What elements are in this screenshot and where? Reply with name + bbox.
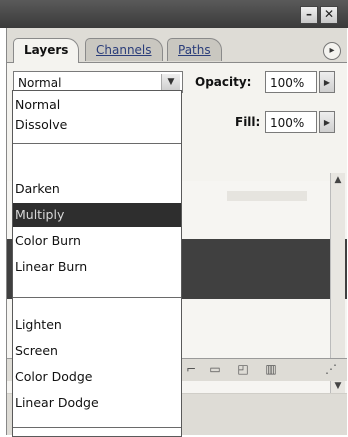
panel-tab-strip: Layers Channels Paths ▸ xyxy=(7,28,347,63)
menu-separator xyxy=(13,143,181,144)
minimize-button[interactable]: – xyxy=(300,6,318,24)
blend-option-color-dodge[interactable]: Color Dodge xyxy=(13,365,181,389)
link-layers-icon[interactable]: ⌐ xyxy=(183,362,199,376)
opacity-label: Opacity: xyxy=(195,75,252,89)
new-layer-icon[interactable]: ◰ xyxy=(235,362,251,376)
blend-option-multiply[interactable]: Multiply xyxy=(13,203,181,227)
blend-option-dissolve[interactable]: Dissolve xyxy=(13,113,181,137)
resize-grip-icon[interactable]: ⋰ xyxy=(323,362,339,376)
blend-option-screen[interactable]: Screen xyxy=(13,339,181,363)
panel-menu-button[interactable]: ▸ xyxy=(323,42,341,60)
menu-separator xyxy=(13,297,181,298)
opacity-slider-toggle[interactable]: ▶ xyxy=(319,71,335,93)
scroll-down-icon[interactable]: ▼ xyxy=(331,379,345,393)
tab-channels[interactable]: Channels xyxy=(85,38,163,61)
blend-mode-dropdown: Normal Dissolve Darken Multiply Color Bu… xyxy=(12,90,182,437)
tab-paths[interactable]: Paths xyxy=(167,38,222,61)
scroll-up-icon[interactable]: ▲ xyxy=(331,173,345,187)
layer-content xyxy=(227,191,307,201)
window-titlebar: – ✕ xyxy=(0,0,348,28)
blend-option-linear-dodge[interactable]: Linear Dodge xyxy=(13,391,181,415)
blend-option-color-burn[interactable]: Color Burn xyxy=(13,229,181,253)
fill-field[interactable]: 100% xyxy=(265,111,317,133)
fill-slider-toggle[interactable]: ▶ xyxy=(319,111,335,133)
blend-option-darken[interactable]: Darken xyxy=(13,177,181,201)
tab-layers[interactable]: Layers xyxy=(13,38,80,63)
blend-mode-value: Normal xyxy=(18,76,62,90)
blend-option-lighten[interactable]: Lighten xyxy=(13,313,181,337)
opacity-field[interactable]: 100% xyxy=(265,71,317,93)
menu-separator xyxy=(13,427,181,428)
chevron-down-icon[interactable]: ▼ xyxy=(161,74,180,90)
new-group-icon[interactable]: ▭ xyxy=(207,362,223,376)
close-button[interactable]: ✕ xyxy=(320,6,338,24)
delete-layer-icon[interactable]: ▥ xyxy=(263,362,279,376)
blend-option-linear-burn[interactable]: Linear Burn xyxy=(13,255,181,279)
fill-label: Fill: xyxy=(235,115,261,129)
